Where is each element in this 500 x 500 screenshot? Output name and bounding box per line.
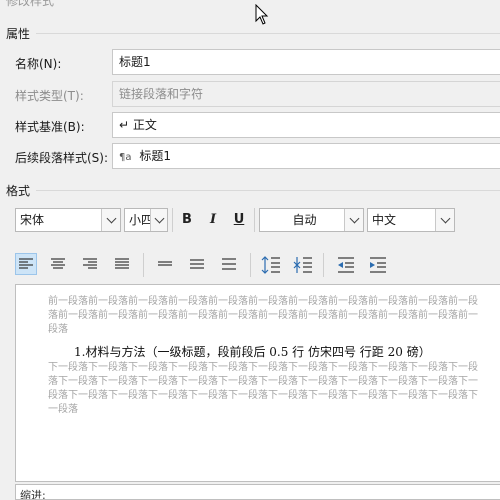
color-dropdown-chevron-icon[interactable] <box>344 209 363 231</box>
style-type-select: 链接段落和字符 <box>112 81 500 107</box>
decrease-paragraph-spacing-button[interactable] <box>292 254 314 276</box>
styled-sample-text: 1.材料与方法（一级标题，段前段后 0.5 行 仿宋四号 行距 20 磅） <box>74 345 431 359</box>
toolbar-separator <box>254 208 255 232</box>
increase-paragraph-spacing-button[interactable] <box>260 254 282 276</box>
format-heading: 格式 <box>6 184 31 198</box>
underline-button[interactable]: U <box>228 209 250 231</box>
script-select[interactable]: 中文 <box>367 208 455 232</box>
font-name-value: 宋体 <box>20 213 45 227</box>
font-size-select[interactable]: 小四 <box>124 208 168 232</box>
align-left-icon <box>19 258 33 269</box>
align-right-button[interactable] <box>80 254 102 276</box>
increase-indent-icon <box>370 257 386 273</box>
double-spacing-icon <box>222 258 236 270</box>
name-input[interactable]: 标题1 <box>112 49 500 75</box>
next-style-select[interactable]: ¶a 标题1 <box>112 143 500 169</box>
one-half-spacing-button[interactable] <box>187 254 209 276</box>
toolbar-separator <box>250 253 251 277</box>
toolbar-separator <box>323 253 324 277</box>
align-right-icon <box>83 258 97 269</box>
window-title: 修改样式 <box>6 0 55 8</box>
format-divider <box>36 190 500 191</box>
script-dropdown-chevron-icon[interactable] <box>435 209 454 231</box>
based-on-label: 样式基准(B): <box>15 120 85 134</box>
script-value: 中文 <box>372 213 397 227</box>
style-description-box: 缩进: <box>15 484 500 500</box>
style-preview-pane: 前一段落前一段落前一段落前一段落前一段落前一段落前一段落前一段落前一段落前一段落… <box>15 284 500 482</box>
align-left-button[interactable] <box>15 253 37 275</box>
next-style-label: 后续段落样式(S): <box>15 151 109 165</box>
based-on-select[interactable]: ↵ 正文 <box>112 112 500 138</box>
style-type-label: 样式类型(T): <box>15 89 84 103</box>
mouse-cursor-icon <box>255 4 269 25</box>
window-title-bar: 修改样式 <box>0 0 500 10</box>
align-center-button[interactable] <box>48 254 70 276</box>
decrease-indent-icon <box>338 257 354 273</box>
toolbar-separator <box>172 208 173 232</box>
size-dropdown-chevron-icon[interactable] <box>150 209 167 231</box>
font-color-select[interactable]: 自动 <box>259 208 364 232</box>
one-half-spacing-icon <box>190 259 204 269</box>
single-spacing-button[interactable] <box>155 254 177 276</box>
double-spacing-button[interactable] <box>219 254 241 276</box>
decrease-spacing-icon <box>293 257 312 273</box>
font-name-select[interactable]: 宋体 <box>15 208 121 232</box>
increase-spacing-icon <box>261 256 280 274</box>
increase-indent-button[interactable] <box>367 254 389 276</box>
justify-button[interactable] <box>112 254 134 276</box>
italic-button[interactable]: I <box>202 209 224 231</box>
bold-button[interactable]: B <box>176 209 198 231</box>
single-spacing-icon <box>158 261 172 266</box>
font-color-value: 自动 <box>292 213 317 227</box>
properties-heading: 属性 <box>6 27 31 41</box>
font-dropdown-chevron-icon[interactable] <box>101 209 120 231</box>
decrease-indent-button[interactable] <box>335 254 357 276</box>
next-paragraph-sample: 下一段落下一段落下一段落下一段落下一段落下一段落下一段落下一段落下一段落下一段落… <box>48 362 478 415</box>
previous-paragraph-sample: 前一段落前一段落前一段落前一段落前一段落前一段落前一段落前一段落前一段落前一段落… <box>48 296 478 335</box>
justify-icon <box>115 258 129 269</box>
name-label: 名称(N): <box>15 57 62 71</box>
style-description-label: 缩进: <box>20 489 46 500</box>
toolbar-separator <box>143 253 144 277</box>
align-center-icon <box>51 258 65 269</box>
next-style-value: 标题1 <box>139 149 171 163</box>
paragraph-style-icon: ¶a <box>119 152 132 163</box>
properties-divider <box>36 33 500 34</box>
